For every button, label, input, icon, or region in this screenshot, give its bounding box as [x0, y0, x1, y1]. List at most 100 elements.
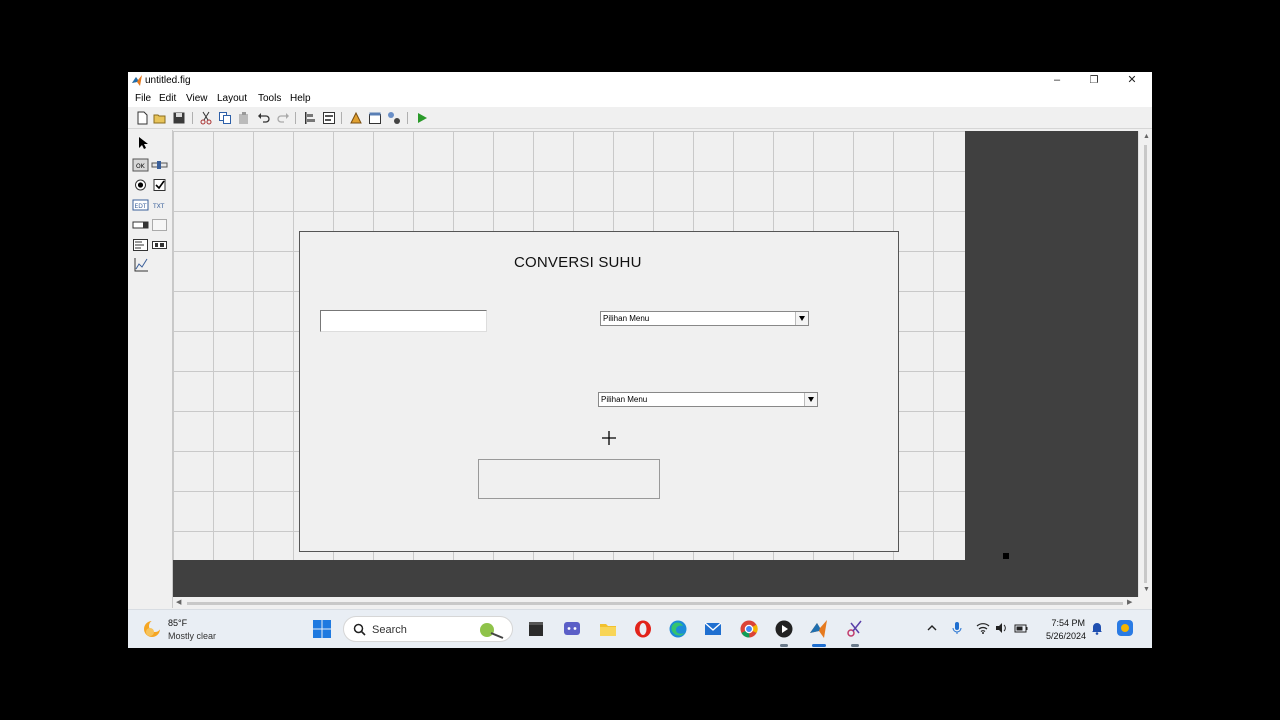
- outside-canvas-area-bottom: [173, 560, 1138, 597]
- chrome-icon[interactable]: [739, 619, 759, 639]
- scroll-down-icon[interactable]: ▼: [1143, 586, 1150, 593]
- check-box-icon[interactable]: [151, 177, 168, 193]
- search-label: Search: [372, 624, 407, 636]
- search-icon: [353, 623, 366, 636]
- static-text-icon[interactable]: TXT: [151, 197, 168, 213]
- push-button-icon[interactable]: OK: [132, 157, 149, 173]
- notification-bell-icon[interactable]: [1090, 621, 1104, 635]
- battery-icon[interactable]: [1014, 621, 1028, 635]
- figure-panel[interactable]: CONVERSI SUHU Pilihan Menu Pilihan Menu: [299, 231, 899, 552]
- media-player-icon[interactable]: [774, 619, 794, 639]
- microphone-icon[interactable]: [950, 621, 964, 635]
- toolbar-separator: [341, 112, 342, 124]
- editor-icon[interactable]: [387, 111, 401, 125]
- copilot-pre-icon[interactable]: [1116, 619, 1134, 637]
- tab-order-icon[interactable]: [349, 111, 363, 125]
- running-indicator: [851, 644, 859, 647]
- layout-grid-canvas[interactable]: CONVERSI SUHU Pilihan Menu Pilihan Menu: [173, 131, 965, 560]
- active-indicator: [812, 644, 826, 647]
- horizontal-scroll-thumb[interactable]: [187, 602, 1123, 605]
- popup-menu-2-value: Pilihan Menu: [601, 395, 648, 404]
- toggle-button-icon[interactable]: [132, 237, 149, 253]
- vertical-scrollbar[interactable]: ▲ ▼: [1138, 131, 1152, 597]
- run-icon[interactable]: [415, 111, 429, 125]
- windows-start-icon[interactable]: [312, 619, 332, 639]
- toolbar: [128, 107, 1152, 129]
- toolbar-editor-icon[interactable]: [368, 111, 382, 125]
- chevron-up-icon[interactable]: [925, 621, 939, 635]
- horizontal-scrollbar[interactable]: ◀ ▶: [173, 597, 1138, 609]
- crosshair-cursor-icon: [602, 431, 616, 445]
- select-tool-icon[interactable]: [133, 135, 150, 151]
- menu-file[interactable]: File: [135, 93, 151, 104]
- slider-icon[interactable]: [151, 157, 168, 173]
- menu-editor-icon[interactable]: [322, 111, 336, 125]
- terminal-icon[interactable]: [526, 619, 546, 639]
- clock-date[interactable]: 5/26/2024: [1034, 631, 1086, 641]
- weather-temperature[interactable]: 85°F: [168, 618, 187, 628]
- toolbar-separator: [407, 112, 408, 124]
- table-icon[interactable]: [151, 237, 168, 253]
- edge-icon[interactable]: [668, 619, 688, 639]
- windows-taskbar: 85°F Mostly clear Search 7:54 PM 5/26/20…: [128, 609, 1152, 648]
- minimize-button[interactable]: –: [1038, 72, 1076, 90]
- popup-menu-icon[interactable]: [132, 217, 149, 233]
- vertical-scroll-thumb[interactable]: [1144, 145, 1147, 583]
- scroll-up-icon[interactable]: ▲: [1143, 133, 1150, 140]
- file-explorer-icon[interactable]: [598, 619, 618, 639]
- snipping-tool-icon[interactable]: [845, 619, 865, 639]
- clock-time[interactable]: 7:54 PM: [1049, 618, 1085, 628]
- menu-edit[interactable]: Edit: [159, 93, 176, 104]
- opera-icon[interactable]: [633, 619, 653, 639]
- menu-layout[interactable]: Layout: [217, 93, 247, 104]
- dropdown-arrow-icon[interactable]: [795, 312, 808, 325]
- redo-icon[interactable]: [276, 111, 290, 125]
- cut-icon[interactable]: [199, 111, 213, 125]
- listbox-icon[interactable]: [151, 217, 168, 233]
- svg-text:OK: OK: [136, 163, 146, 170]
- weather-moon-icon[interactable]: [142, 619, 162, 639]
- scroll-left-icon[interactable]: ◀: [176, 598, 181, 606]
- copy-icon[interactable]: [218, 111, 232, 125]
- edit-text-input[interactable]: [320, 310, 487, 332]
- scroll-right-icon[interactable]: ▶: [1127, 598, 1132, 606]
- volume-icon[interactable]: [994, 621, 1008, 635]
- popup-menu-1-value: Pilihan Menu: [603, 314, 650, 323]
- taskbar-search-box[interactable]: Search: [343, 616, 513, 642]
- running-indicator: [780, 644, 788, 647]
- outside-canvas-area: [965, 131, 1138, 560]
- popup-menu-2[interactable]: Pilihan Menu: [598, 392, 818, 407]
- menu-view[interactable]: View: [186, 93, 208, 104]
- edit-text-icon[interactable]: EDT: [132, 197, 149, 213]
- menu-help[interactable]: Help: [290, 93, 311, 104]
- popup-menu-1[interactable]: Pilihan Menu: [600, 311, 809, 326]
- new-file-icon[interactable]: [135, 111, 149, 125]
- save-icon[interactable]: [172, 111, 186, 125]
- title-bar: untitled.fig – ❐ ✕: [128, 72, 1152, 90]
- dropdown-arrow-icon[interactable]: [804, 393, 817, 406]
- menu-tools[interactable]: Tools: [258, 93, 281, 104]
- window-title: untitled.fig: [145, 75, 191, 86]
- matlab-guide-window: untitled.fig – ❐ ✕ File Edit View Layout…: [128, 72, 1152, 648]
- toolbar-separator: [295, 112, 296, 124]
- paste-icon[interactable]: [237, 111, 251, 125]
- close-button[interactable]: ✕: [1113, 72, 1151, 90]
- align-icon[interactable]: [303, 111, 317, 125]
- undo-icon[interactable]: [257, 111, 271, 125]
- teams-icon[interactable]: [562, 619, 582, 639]
- mail-icon[interactable]: [703, 619, 723, 639]
- search-highlight-icon: [480, 623, 504, 639]
- open-icon[interactable]: [153, 111, 167, 125]
- static-text-title[interactable]: CONVERSI SUHU: [514, 254, 642, 271]
- component-palette: OK EDT TXT: [128, 130, 173, 608]
- push-button[interactable]: [478, 459, 660, 499]
- svg-text:TXT: TXT: [152, 203, 165, 210]
- radio-button-icon[interactable]: [132, 177, 149, 193]
- menu-bar: File Edit View Layout Tools Help: [128, 90, 1152, 107]
- weather-description[interactable]: Mostly clear: [168, 631, 216, 641]
- axes-icon[interactable]: [132, 257, 149, 273]
- wifi-icon[interactable]: [976, 621, 990, 635]
- restore-button[interactable]: ❐: [1075, 72, 1113, 90]
- matlab-icon[interactable]: [809, 619, 829, 639]
- canvas-resize-handle[interactable]: [1003, 553, 1009, 559]
